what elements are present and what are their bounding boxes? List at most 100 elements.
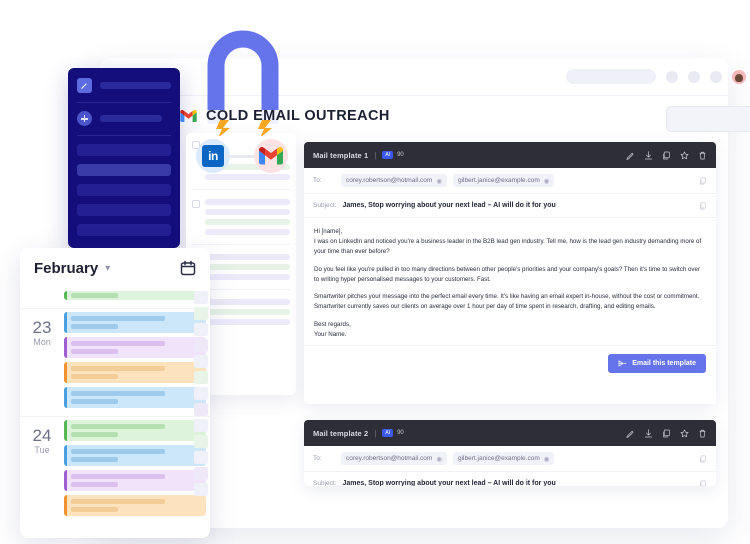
calendar-event[interactable] bbox=[64, 362, 206, 383]
list-item-line bbox=[205, 229, 290, 235]
list-item-line bbox=[205, 274, 290, 280]
calendar-event-line bbox=[71, 432, 118, 437]
avatar[interactable] bbox=[732, 70, 746, 84]
calendar-day-number: 23 bbox=[32, 318, 52, 337]
edit-icon[interactable] bbox=[626, 429, 635, 438]
header-separator: | bbox=[374, 150, 377, 160]
topbar-dot-icon[interactable] bbox=[710, 71, 722, 83]
calendar-strip-cell bbox=[194, 403, 208, 416]
row-checkbox[interactable] bbox=[192, 200, 200, 208]
calendar-event[interactable] bbox=[64, 337, 206, 358]
page-title: COLD EMAIL OUTREACH bbox=[180, 108, 390, 124]
calendar-strip-cell bbox=[194, 323, 208, 336]
chevron-down-icon[interactable]: ▾ bbox=[105, 263, 110, 274]
calendar-event-line bbox=[71, 457, 118, 462]
app-topbar bbox=[100, 58, 746, 96]
calendar-event-line bbox=[71, 499, 165, 504]
sidebar-item[interactable] bbox=[77, 164, 171, 176]
calendar-event[interactable] bbox=[64, 470, 206, 491]
copy-icon[interactable] bbox=[699, 455, 707, 463]
calendar-event[interactable] bbox=[64, 495, 206, 516]
copy-icon[interactable] bbox=[662, 151, 671, 160]
copy-icon[interactable] bbox=[699, 202, 707, 210]
calendar-events bbox=[64, 309, 210, 416]
email-this-template-button[interactable]: Email this template bbox=[608, 354, 706, 374]
calendar-event[interactable] bbox=[64, 445, 206, 466]
email-this-template-label: Email this template bbox=[632, 360, 696, 368]
calendar-day-label bbox=[20, 288, 64, 308]
mail-body[interactable]: Hi [name], I was on LinkedIn and noticed… bbox=[304, 218, 716, 339]
calendar-strip-cell bbox=[194, 467, 208, 480]
screenshot-canvas: in COLD EMAIL OUTREACH February ▾ 23 Mon… bbox=[0, 0, 750, 544]
mail-template-header: Mail template 2 | AI 90 bbox=[304, 420, 716, 446]
mail-template-title: Mail template 1 bbox=[313, 150, 369, 160]
calendar-event-line bbox=[71, 324, 118, 329]
sidebar-item[interactable] bbox=[77, 144, 171, 156]
download-icon[interactable] bbox=[644, 428, 653, 438]
copy-icon[interactable] bbox=[699, 177, 707, 185]
calendar-events bbox=[64, 417, 210, 524]
calendar-event[interactable] bbox=[64, 312, 206, 333]
calendar-event[interactable] bbox=[64, 420, 206, 441]
calendar-event-line bbox=[71, 424, 165, 429]
recipient-chip[interactable]: gilbert.janice@example.com ◉ bbox=[453, 174, 555, 187]
mail-template-header: Mail template 1 | AI 90 bbox=[304, 142, 716, 168]
subject-text[interactable]: James, Stop worrying about your next lea… bbox=[343, 202, 556, 209]
search-input[interactable] bbox=[566, 69, 656, 84]
calendar-icon[interactable] bbox=[180, 260, 196, 276]
body-greeting: Hi [name], bbox=[314, 228, 343, 235]
subject-text[interactable]: James, Stop worrying about your next lea… bbox=[343, 480, 556, 486]
sidebar-add-row[interactable] bbox=[77, 111, 171, 126]
calendar-event[interactable] bbox=[64, 387, 206, 408]
sidebar-item[interactable] bbox=[77, 184, 171, 196]
linkedin-icon[interactable]: in bbox=[202, 145, 224, 167]
to-label: To: bbox=[313, 455, 322, 462]
trash-icon[interactable] bbox=[698, 429, 707, 438]
calendar-day-weekday: Mon bbox=[33, 336, 51, 347]
recipient-email: corey.robertson@hotmail.com bbox=[346, 455, 433, 462]
sidebar-item[interactable] bbox=[77, 204, 171, 216]
sidebar-item[interactable] bbox=[77, 224, 171, 236]
linkedin-halo: in bbox=[196, 139, 230, 173]
recipient-chip[interactable]: gilbert.janice@example.com ◉ bbox=[453, 452, 555, 465]
edit-icon[interactable] bbox=[626, 151, 635, 160]
body-paragraph-2: Do you feel like you're pulled in too ma… bbox=[314, 265, 701, 283]
calendar-event[interactable] bbox=[64, 291, 206, 300]
sidebar bbox=[68, 68, 180, 248]
star-icon[interactable] bbox=[680, 429, 689, 438]
recipient-chip[interactable]: corey.robertson@hotmail.com ◉ bbox=[341, 174, 447, 187]
recipient-chip[interactable]: corey.robertson@hotmail.com ◉ bbox=[341, 452, 447, 465]
topbar-dot-icon[interactable] bbox=[666, 71, 678, 83]
sidebar-label-placeholder bbox=[100, 82, 171, 89]
remove-recipient-icon[interactable]: ◉ bbox=[544, 177, 550, 185]
recipient-email: gilbert.janice@example.com bbox=[458, 177, 540, 184]
sidebar-compose-row[interactable] bbox=[77, 78, 171, 93]
mail-template-title: Mail template 2 bbox=[313, 428, 369, 438]
calendar-strip-cell bbox=[194, 355, 208, 368]
calendar-event-line bbox=[71, 391, 165, 396]
remove-recipient-icon[interactable]: ◉ bbox=[436, 177, 442, 185]
list-item[interactable] bbox=[192, 199, 290, 235]
sidebar-divider bbox=[77, 135, 171, 136]
topbar-actions bbox=[666, 70, 746, 84]
remove-recipient-icon[interactable]: ◉ bbox=[544, 455, 550, 463]
copy-icon[interactable] bbox=[662, 429, 671, 438]
calendar-strip-cell bbox=[194, 419, 208, 432]
copy-icon[interactable] bbox=[699, 480, 707, 487]
trash-icon[interactable] bbox=[698, 151, 707, 160]
mail-to-row: To: corey.robertson@hotmail.com ◉ gilber… bbox=[304, 446, 716, 472]
star-icon[interactable] bbox=[680, 151, 689, 160]
calendar-strip-cell bbox=[194, 307, 208, 320]
remove-recipient-icon[interactable]: ◉ bbox=[436, 455, 442, 463]
header-separator: | bbox=[374, 428, 377, 438]
mail-template-toolbar bbox=[626, 428, 707, 438]
calendar-event-line bbox=[71, 449, 165, 454]
list-item-line bbox=[205, 264, 290, 270]
calendar-event-line bbox=[71, 374, 118, 379]
topbar-dot-icon[interactable] bbox=[688, 71, 700, 83]
gmail-icon[interactable] bbox=[259, 146, 283, 166]
plus-icon bbox=[77, 111, 92, 126]
gmail-halo bbox=[254, 139, 288, 173]
list-item-line bbox=[205, 209, 290, 215]
download-icon[interactable] bbox=[644, 150, 653, 160]
